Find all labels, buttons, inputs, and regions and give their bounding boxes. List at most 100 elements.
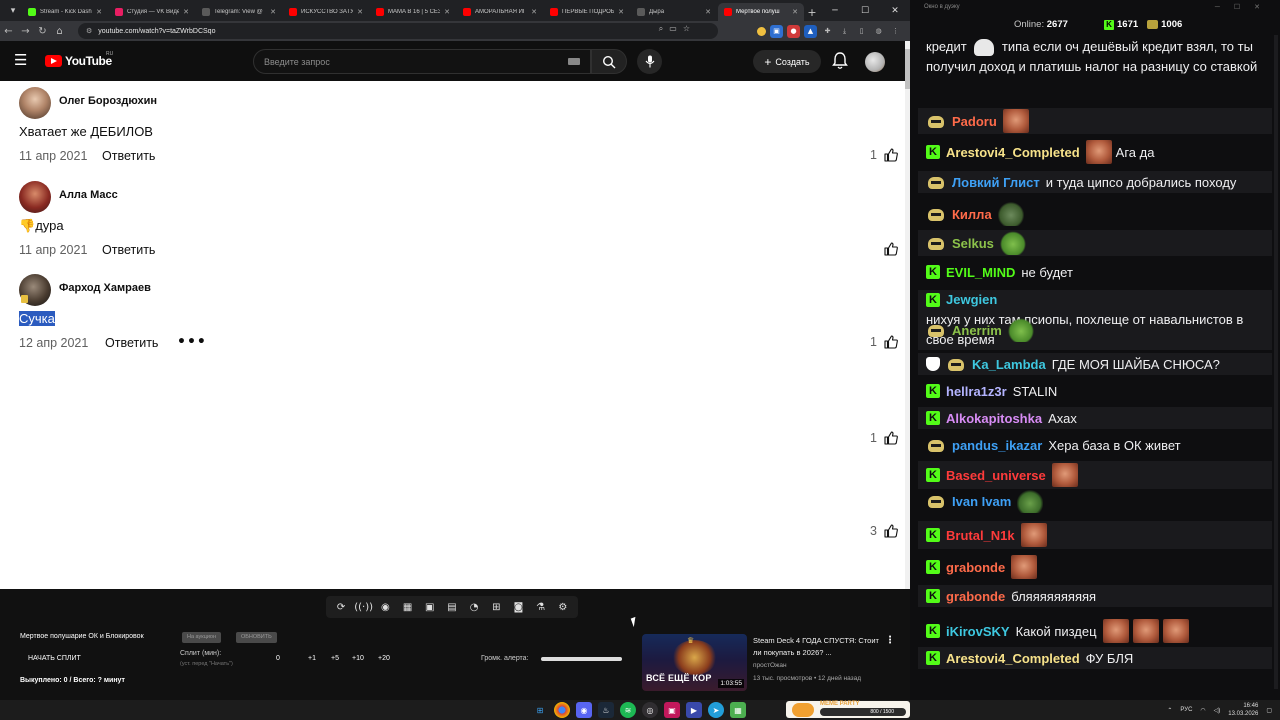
windows-start-icon[interactable]: ⊞	[532, 702, 548, 718]
maximize-icon[interactable]: ☐	[1234, 4, 1254, 11]
close-icon[interactable]: ✕	[531, 8, 537, 16]
app-icon[interactable]: ▦	[730, 702, 746, 718]
flask-icon[interactable]: ⚗	[532, 602, 550, 613]
subtitles-icon[interactable]: ▤	[443, 602, 461, 613]
search-button[interactable]	[591, 49, 627, 74]
meme-party-widget[interactable]: MEME PARTY 800 / 1500	[786, 701, 910, 718]
chat-username[interactable]: grabonde	[946, 589, 1005, 604]
chat-scrollbar[interactable]	[1274, 35, 1278, 689]
tab-search-icon[interactable]: ▾	[4, 0, 22, 21]
thumbs-up-icon[interactable]	[883, 430, 899, 446]
video-title[interactable]: Steam Deck 4 ГОДА СПУСТЯ: Стоит ли покуп…	[753, 635, 879, 659]
tab-vk-studio[interactable]: Студия — VK Виде ✕	[109, 3, 195, 21]
minimize-icon[interactable]: ─	[820, 0, 850, 21]
more-options-icon[interactable]: •••	[177, 334, 207, 350]
chat-username[interactable]: Arestovi4_Completed	[946, 651, 1080, 666]
comment-author[interactable]: Олег Бороздюхин	[59, 95, 157, 107]
chat-username[interactable]: Based_universe	[946, 468, 1046, 483]
reply-button[interactable]: Ответить	[105, 336, 158, 350]
spotify-icon[interactable]: ≋	[620, 702, 636, 718]
address-bar[interactable]: ⚙ youtube.com/watch?v=taZWrbDCSqo	[78, 23, 718, 39]
close-icon[interactable]: ✕	[183, 8, 189, 16]
chat-username[interactable]: Arestovi4_Completed	[946, 145, 1080, 160]
broadcast-icon[interactable]: ((·))	[354, 602, 373, 613]
bookmark-star-icon[interactable]: ☆	[683, 24, 690, 34]
tab-telegram[interactable]: Telegram: View @ ✕	[196, 3, 282, 21]
account-avatar[interactable]	[865, 52, 885, 72]
chat-username[interactable]: Brutal_N1k	[946, 528, 1015, 543]
avatar[interactable]	[19, 181, 51, 213]
split-add-5-button[interactable]: +5	[331, 655, 339, 662]
split-add-20-button[interactable]: +20	[378, 655, 390, 662]
gear-icon[interactable]: ⚙	[554, 602, 572, 613]
chat-username[interactable]: Ka_Lambda	[972, 357, 1046, 372]
maximize-icon[interactable]: ☐	[850, 0, 880, 21]
site-info-icon[interactable]: ⚙	[86, 27, 92, 35]
forward-icon[interactable]: →	[17, 21, 34, 41]
tab-youtube-active[interactable]: Мертвое полуш ✕	[718, 3, 804, 21]
discord-icon[interactable]: ◉	[576, 702, 592, 718]
extension-red-icon[interactable]: ●	[787, 24, 800, 38]
tab-kick-dashboard[interactable]: Stream - Kick Dash ✕	[22, 3, 108, 21]
video-channel[interactable]: простОжан	[753, 662, 787, 669]
add-clip-icon[interactable]: ⊞	[487, 602, 505, 613]
profile-icon[interactable]: ◍	[872, 25, 885, 38]
split-add-10-button[interactable]: +10	[352, 655, 364, 662]
sidebar-icon[interactable]: ▯	[855, 25, 868, 38]
comment-author[interactable]: Фарход Хамраев	[59, 282, 151, 294]
split-value[interactable]: 0	[276, 655, 280, 662]
close-icon[interactable]: ✕	[444, 8, 450, 16]
reload-icon[interactable]: ↻	[34, 21, 51, 41]
thumbs-up-icon[interactable]	[883, 334, 899, 350]
minimize-icon[interactable]: ─	[1215, 4, 1234, 11]
close-icon[interactable]: ✕	[618, 8, 624, 16]
alert-volume-slider[interactable]	[541, 657, 622, 661]
avatar[interactable]	[19, 87, 51, 119]
volume-icon[interactable]: ◁)	[1214, 707, 1221, 714]
comment-date[interactable]: 11 апр 2021	[19, 243, 87, 257]
auction-button[interactable]: На аукцион	[182, 632, 222, 643]
telegram-icon[interactable]: ➤	[708, 702, 724, 718]
close-icon[interactable]: ✕	[96, 8, 102, 16]
tab-dyra[interactable]: Дыра ✕	[631, 3, 717, 21]
watch-icon[interactable]: ◉	[376, 602, 394, 613]
extension-blue-icon[interactable]: ▲	[804, 24, 817, 38]
download-icon[interactable]: ⤓	[838, 25, 851, 38]
close-icon[interactable]: ✕	[1254, 4, 1274, 11]
chat-username[interactable]: pandus_ikazar	[952, 438, 1042, 453]
tray-expand-icon[interactable]: ⌃	[1167, 707, 1172, 714]
chat-username[interactable]: Ловкий Глист	[952, 175, 1040, 190]
start-split-button[interactable]: НАЧАТЬ СПЛИТ	[28, 655, 81, 662]
new-tab-button[interactable]: +	[805, 3, 819, 21]
video-menu-icon[interactable]: ⋮	[885, 635, 895, 646]
cast-icon[interactable]: ▭	[669, 24, 677, 34]
camera-icon[interactable]: ◙	[509, 602, 527, 613]
search-input[interactable]: Введите запрос	[253, 49, 591, 74]
keyboard-icon[interactable]	[568, 58, 580, 65]
comment-author[interactable]: Алла Масс	[59, 189, 118, 201]
comment-date[interactable]: 12 апр 2021	[19, 336, 88, 350]
repeat-icon[interactable]: ⟳	[332, 602, 350, 613]
close-icon[interactable]: ✕	[357, 8, 363, 16]
chat-username[interactable]: hellra1z3r	[946, 384, 1007, 399]
language-indicator[interactable]: РУС	[1180, 707, 1192, 713]
tab-youtube-4[interactable]: ПЕРВЫЕ ПОДРОБ ✕	[544, 3, 630, 21]
close-icon[interactable]: ✕	[705, 8, 711, 16]
back-icon[interactable]: ←	[0, 21, 17, 41]
tab-youtube-1[interactable]: ИСКУССТВО ЗАТУ ✕	[283, 3, 369, 21]
voice-search-button[interactable]	[637, 49, 662, 74]
close-icon[interactable]: ✕	[270, 8, 276, 16]
menu-icon[interactable]: ☰	[14, 52, 30, 68]
chat-username[interactable]: EVIL_MIND	[946, 265, 1015, 280]
refresh-button[interactable]: ОБНОВИТЬ	[236, 632, 277, 643]
chat-username[interactable]: Alkokapitoshka	[946, 411, 1042, 426]
chat-username[interactable]: Jewgien	[946, 290, 997, 310]
youtube-logo[interactable]: YouTube RU	[45, 51, 113, 68]
obs-icon[interactable]: ◎	[642, 702, 658, 718]
reply-button[interactable]: Ответить	[102, 149, 155, 163]
speed-icon[interactable]: ◔	[465, 602, 483, 613]
reply-button[interactable]: Ответить	[102, 243, 155, 257]
thumbs-up-icon[interactable]	[883, 241, 899, 257]
comment-date[interactable]: 11 апр 2021	[19, 149, 87, 163]
extension-capture-icon[interactable]: ▣	[770, 24, 783, 38]
